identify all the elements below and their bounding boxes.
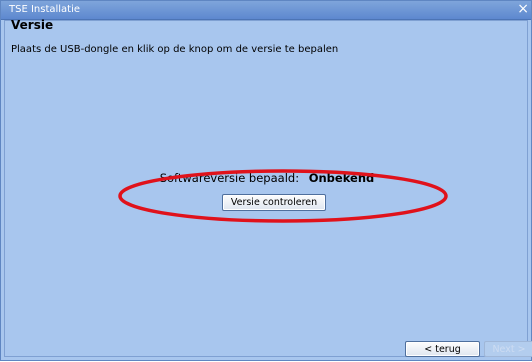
- software-version-status: Softwareversie bepaald: Onbekend: [1, 171, 532, 185]
- close-icon[interactable]: ×: [517, 1, 529, 17]
- next-button[interactable]: Next >: [484, 341, 532, 357]
- back-button[interactable]: < terug: [405, 341, 480, 357]
- instruction-text: Plaats de USB-dongle en klik op de knop …: [11, 44, 339, 55]
- title-bar[interactable]: TSE Installatie ×: [1, 1, 531, 20]
- software-version-label: Softwareversie bepaald:: [159, 171, 300, 185]
- check-version-button[interactable]: Versie controleren: [222, 194, 326, 211]
- window-title: TSE Installatie: [9, 4, 81, 15]
- installer-window: TSE Installatie × Versie Plaats de USB-d…: [0, 0, 532, 361]
- wizard-page: [4, 20, 528, 357]
- software-version-value: Onbekend: [308, 171, 375, 185]
- page-heading: Versie: [11, 18, 54, 32]
